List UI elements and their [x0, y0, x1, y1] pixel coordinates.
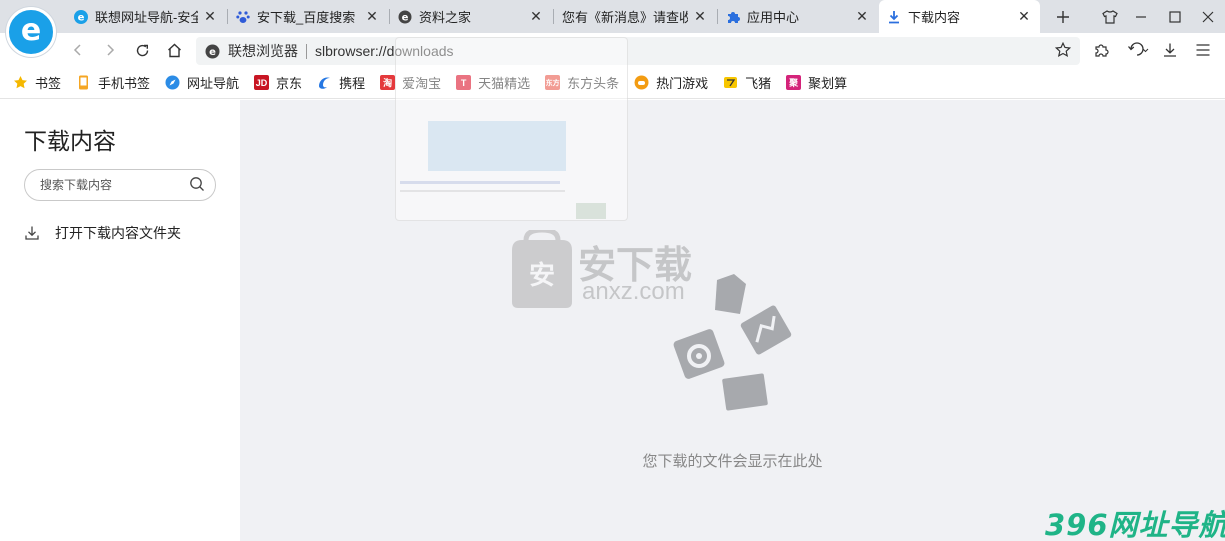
address-bar[interactable]: e 联想浏览器 slbrowser://downloads: [196, 37, 1080, 65]
downloads-content-area: 您下载的文件会显示在此处: [240, 100, 1225, 541]
baidu-paw-icon: [236, 10, 250, 24]
puzzle-icon: [726, 10, 740, 24]
tab-title: 联想网址导航-安全: [95, 10, 198, 25]
close-window-button[interactable]: [1191, 0, 1225, 33]
site-name: 联想浏览器: [228, 43, 298, 59]
preview-banner-image: [428, 121, 566, 171]
open-downloads-folder-link[interactable]: 打开下载内容文件夹: [24, 223, 181, 243]
tab-preview-overlay: [395, 37, 628, 221]
minimize-button[interactable]: [1124, 0, 1158, 33]
site396-watermark: 396网址导航: [1045, 508, 1225, 541]
tab-app-center[interactable]: 应用中心 ✕: [718, 0, 878, 33]
back-button[interactable]: [66, 38, 90, 62]
nav-icon: [165, 75, 180, 90]
bookmark-label: 书签: [35, 76, 62, 91]
juhuasuan-icon: 聚: [786, 75, 802, 90]
close-icon[interactable]: ✕: [854, 8, 870, 25]
tab-new-message[interactable]: 您有《新消息》请查收 ✕: [554, 0, 716, 33]
extensions-icon[interactable]: [1090, 39, 1114, 61]
anxz-url-text: anxz.com: [582, 278, 685, 305]
jd-icon: JD: [254, 75, 270, 90]
svg-text:e: e: [209, 47, 216, 58]
tab-downloads[interactable]: 下载内容 ✕: [879, 0, 1040, 33]
lenovo-e-icon: e: [74, 9, 88, 24]
search-box[interactable]: [24, 169, 216, 201]
site-e-icon: e: [205, 44, 220, 59]
open-folder-label: 打开下载内容文件夹: [55, 225, 181, 241]
menu-icon[interactable]: [1191, 39, 1215, 61]
phone-icon: [76, 75, 91, 90]
tab-title: 下载内容: [908, 10, 961, 25]
tab-title: 您有《新消息》请查收: [562, 10, 688, 25]
bookmark-label: 网址导航: [187, 76, 240, 91]
search-icon[interactable]: [189, 176, 205, 195]
bookmark-label: 携程: [339, 76, 366, 91]
bookmark-fliggy[interactable]: 飞猪: [723, 73, 771, 92]
svg-text:e: e: [78, 12, 85, 23]
skin-icon[interactable]: [1093, 0, 1127, 33]
game-icon: [634, 75, 649, 90]
bookmark-label: 热门游戏: [656, 76, 709, 91]
search-input[interactable]: [40, 178, 189, 192]
video-icon: [722, 368, 768, 411]
music-icon: [673, 329, 725, 379]
tab-baidu-search[interactable]: 安下载_百度搜索 ✕: [228, 0, 388, 33]
preview-thumbnail: [576, 203, 606, 219]
new-tab-button[interactable]: [1046, 0, 1080, 33]
bookmark-juhuasuan[interactable]: 聚 聚划算: [786, 73, 847, 92]
preview-text-line: [400, 181, 560, 184]
bookmark-star-icon[interactable]: [1052, 39, 1074, 61]
bookmark-jd[interactable]: JD 京东: [254, 73, 302, 92]
download-icon: [887, 10, 901, 24]
star-icon: [13, 75, 28, 90]
reload-button[interactable]: [130, 38, 154, 62]
divider: [306, 43, 307, 59]
maximize-button[interactable]: [1158, 0, 1192, 33]
sidebar: 下载内容 打开下载内容文件夹: [0, 100, 240, 541]
undo-close-tab-icon[interactable]: [1124, 39, 1152, 61]
forward-button[interactable]: [98, 38, 122, 62]
close-icon[interactable]: ✕: [202, 8, 218, 25]
bookmark-label: 京东: [276, 76, 303, 91]
downloads-icon[interactable]: [1158, 39, 1182, 61]
taobao-icon: 淘: [380, 75, 396, 90]
home-button[interactable]: [162, 38, 186, 62]
empty-state-message: 您下载的文件会显示在此处: [642, 453, 823, 470]
tab-title: 应用中心: [747, 10, 800, 25]
tab-ziliao[interactable]: e 资料之家 ✕: [390, 0, 552, 33]
image-icon: [740, 305, 792, 355]
bookmark-nav[interactable]: 网址导航: [165, 73, 239, 92]
tab-title: 安下载_百度搜索: [257, 10, 356, 25]
tab-lenovo-nav[interactable]: e 联想网址导航-安全 ✕: [66, 0, 226, 33]
bookmark-label: 飞猪: [745, 76, 772, 91]
lenovo-browser-logo[interactable]: e: [6, 7, 56, 57]
close-icon[interactable]: ✕: [364, 8, 380, 25]
bookmark-mobile[interactable]: 手机书签: [76, 73, 150, 92]
page-title: 下载内容: [24, 128, 116, 154]
tab-title: 资料之家: [419, 10, 472, 25]
download-icon: [24, 225, 40, 241]
close-icon[interactable]: ✕: [1016, 8, 1032, 25]
close-icon[interactable]: ✕: [528, 8, 544, 25]
site-e-icon: e: [398, 10, 412, 24]
bookmark-label: 聚划算: [808, 76, 848, 91]
svg-text:e: e: [402, 12, 409, 23]
bookmark-bookmarks[interactable]: 书签: [13, 73, 61, 92]
bookmark-ctrip[interactable]: 携程: [317, 73, 365, 92]
anxz-watermark: 安 安下载 anxz.com: [504, 227, 734, 310]
fliggy-icon: [723, 75, 738, 90]
anxz-logo-glyph: 安: [529, 261, 555, 291]
bookmark-label: 手机书签: [98, 76, 151, 91]
tab-strip: e e 联想网址导航-安全 ✕ 安下载_百度搜索 ✕ e 资料之家 ✕ 您有《新…: [0, 0, 1225, 57]
bookmark-games[interactable]: 热门游戏: [634, 73, 708, 92]
ctrip-icon: [317, 75, 332, 90]
preview-text-line: [400, 190, 565, 192]
close-icon[interactable]: ✕: [692, 8, 708, 25]
